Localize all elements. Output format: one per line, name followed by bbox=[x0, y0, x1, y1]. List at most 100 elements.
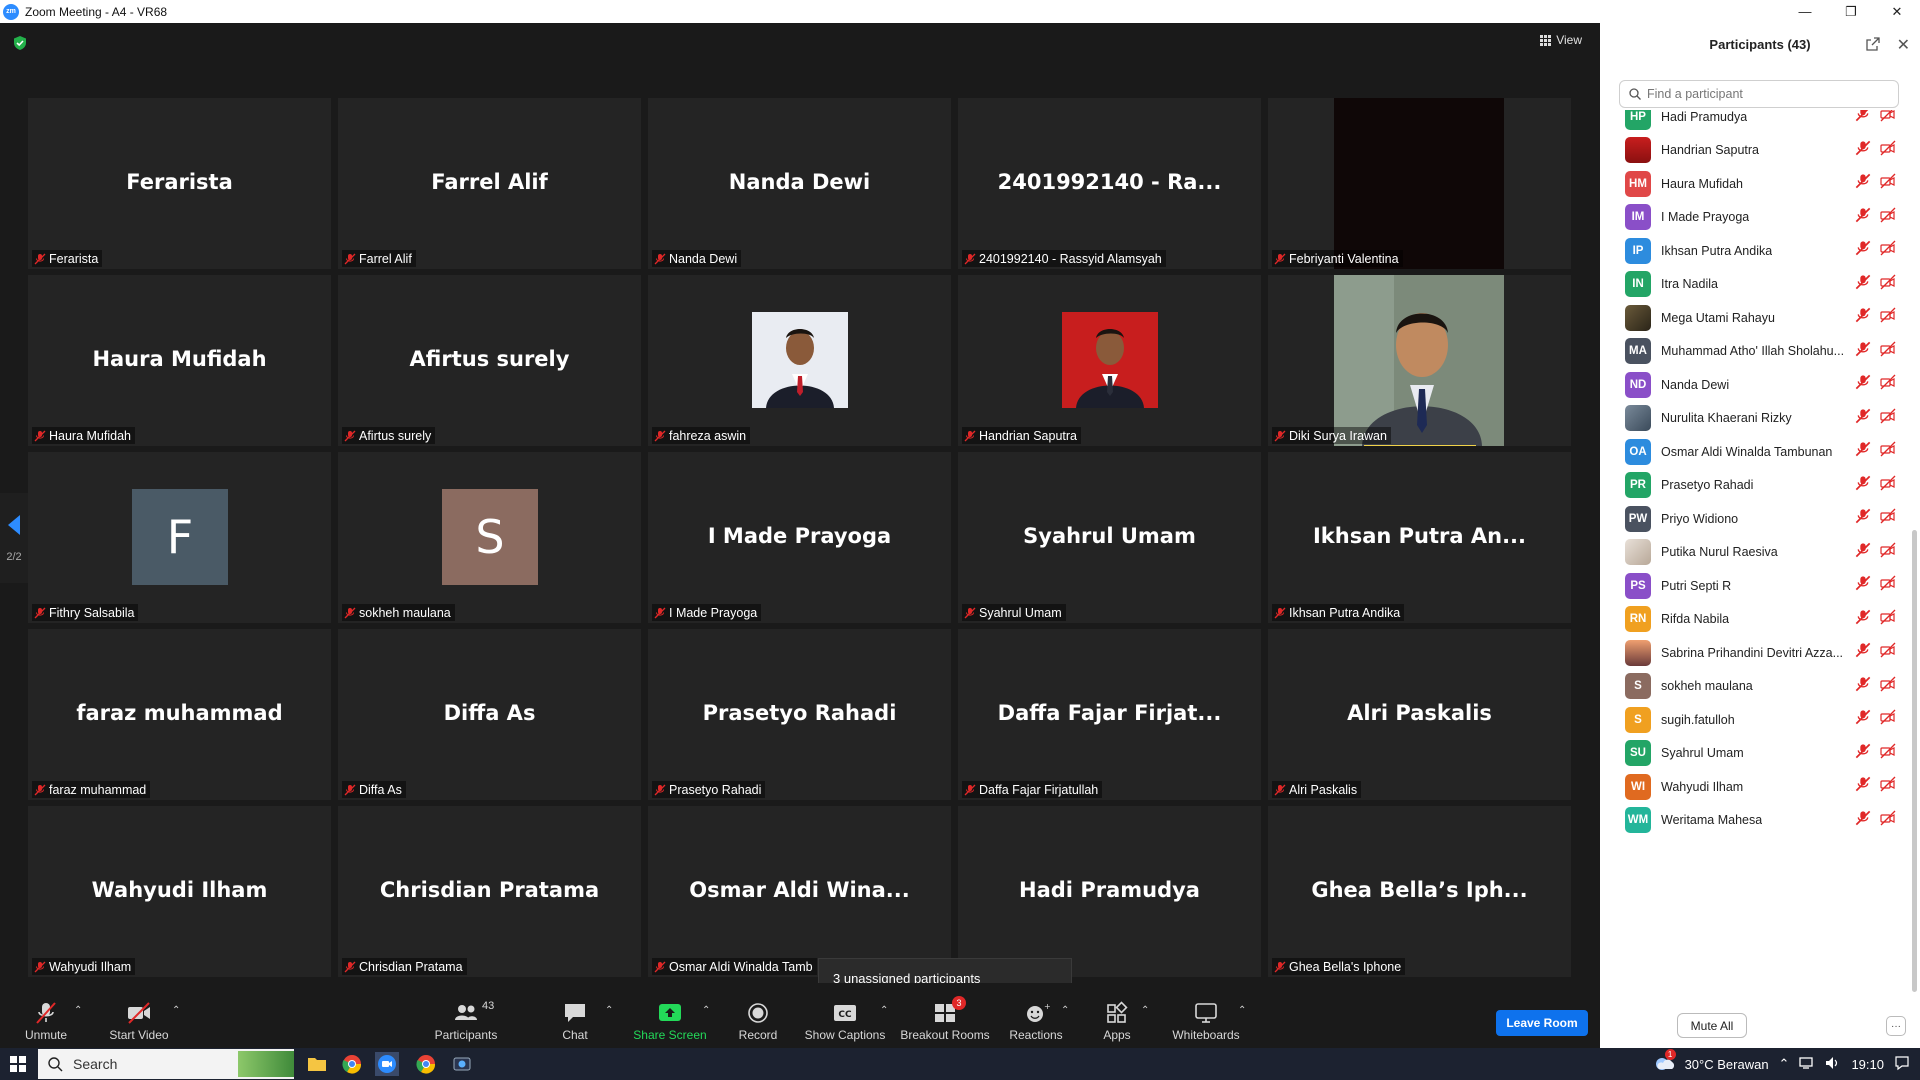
mic-muted-icon[interactable] bbox=[1855, 441, 1871, 462]
minimize-button[interactable]: — bbox=[1782, 0, 1828, 23]
reactions-options-caret-icon[interactable]: ⌃ bbox=[1061, 1005, 1069, 1016]
mic-muted-icon[interactable] bbox=[1855, 274, 1871, 295]
participant-tile[interactable]: Hadi Pramudya bbox=[958, 806, 1261, 977]
mic-muted-icon[interactable] bbox=[1855, 207, 1871, 228]
maximize-button[interactable]: ❐ bbox=[1828, 0, 1874, 23]
chat-options-caret-icon[interactable]: ⌃ bbox=[605, 1005, 613, 1016]
participant-tile[interactable]: Ferarista Ferarista bbox=[28, 98, 331, 269]
video-off-icon[interactable] bbox=[1880, 609, 1896, 630]
video-off-icon[interactable] bbox=[1880, 207, 1896, 228]
leave-room-button[interactable]: Leave Room bbox=[1496, 1010, 1588, 1036]
video-off-icon[interactable] bbox=[1880, 341, 1896, 362]
participant-tile[interactable]: Ssokheh maulana bbox=[338, 452, 641, 623]
participant-tile[interactable]: Diffa As Diffa As bbox=[338, 629, 641, 800]
video-off-icon[interactable] bbox=[1880, 810, 1896, 831]
camera-app-icon[interactable] bbox=[450, 1052, 474, 1076]
captions-options-caret-icon[interactable]: ⌃ bbox=[880, 1005, 888, 1016]
pop-out-icon[interactable] bbox=[1866, 37, 1880, 51]
participant-row[interactable]: WM Weritama Mahesa bbox=[1600, 800, 1908, 841]
weather-icon[interactable]: 1 bbox=[1653, 1049, 1676, 1075]
participant-tile[interactable]: Handrian Saputra bbox=[958, 275, 1261, 446]
mic-muted-icon[interactable] bbox=[1855, 408, 1871, 429]
mic-muted-icon[interactable] bbox=[1855, 743, 1871, 764]
video-off-icon[interactable] bbox=[1880, 642, 1896, 663]
participant-search[interactable] bbox=[1619, 80, 1899, 108]
participant-tile[interactable]: I Made Prayoga I Made Prayoga bbox=[648, 452, 951, 623]
mic-muted-icon[interactable] bbox=[1855, 307, 1871, 328]
participant-tile[interactable]: 2401992140 - Ra... 2401992140 - Rassyid A… bbox=[958, 98, 1261, 269]
participant-tile[interactable]: Syahrul Umam Syahrul Umam bbox=[958, 452, 1261, 623]
apps-button[interactable]: Apps bbox=[1100, 983, 1134, 1048]
participant-tile[interactable]: Febriyanti Valentina bbox=[1268, 98, 1571, 269]
mic-muted-icon[interactable] bbox=[1855, 173, 1871, 194]
close-button[interactable]: ✕ bbox=[1874, 0, 1920, 23]
mic-muted-icon[interactable] bbox=[1855, 508, 1871, 529]
mic-muted-icon[interactable] bbox=[1855, 676, 1871, 697]
mic-muted-icon[interactable] bbox=[1855, 709, 1871, 730]
participants-button[interactable]: Participants bbox=[430, 983, 502, 1048]
tray-chevron-icon[interactable]: ⌃ bbox=[1779, 1056, 1790, 1072]
participant-tile[interactable]: Alri Paskalis Alri Paskalis bbox=[1268, 629, 1571, 800]
mic-muted-icon[interactable] bbox=[1855, 776, 1871, 797]
participant-tile[interactable]: Prasetyo Rahadi Prasetyo Rahadi bbox=[648, 629, 951, 800]
video-off-icon[interactable] bbox=[1880, 508, 1896, 529]
video-off-icon[interactable] bbox=[1880, 307, 1896, 328]
clock-time[interactable]: 19:10 bbox=[1851, 1057, 1884, 1072]
mic-muted-icon[interactable] bbox=[1855, 642, 1871, 663]
encryption-shield-icon[interactable] bbox=[12, 35, 28, 51]
video-off-icon[interactable] bbox=[1880, 173, 1896, 194]
video-off-icon[interactable] bbox=[1880, 743, 1896, 764]
chat-button[interactable]: Chat bbox=[555, 983, 595, 1048]
whiteboards-options-caret-icon[interactable]: ⌃ bbox=[1238, 1005, 1246, 1016]
apps-options-caret-icon[interactable]: ⌃ bbox=[1141, 1005, 1149, 1016]
mic-muted-icon[interactable] bbox=[1855, 810, 1871, 831]
participant-tile[interactable]: Osmar Aldi Wina... Osmar Aldi Winalda Tam… bbox=[648, 806, 951, 977]
participant-tile[interactable]: Farrel Alif Farrel Alif bbox=[338, 98, 641, 269]
more-options-button[interactable]: ··· bbox=[1886, 1016, 1906, 1036]
share-options-caret-icon[interactable]: ⌃ bbox=[702, 1005, 710, 1016]
file-explorer-icon[interactable] bbox=[305, 1052, 329, 1076]
video-off-icon[interactable] bbox=[1880, 140, 1896, 161]
start-video-button[interactable]: Start Video bbox=[106, 983, 172, 1048]
zoom-taskbar-icon[interactable] bbox=[375, 1052, 399, 1076]
chrome-icon[interactable] bbox=[340, 1052, 364, 1076]
chrome-profile-icon[interactable] bbox=[414, 1052, 438, 1076]
mic-muted-icon[interactable] bbox=[1855, 110, 1871, 127]
show-captions-button[interactable]: CC Show Captions bbox=[802, 983, 888, 1048]
participant-tile[interactable]: Ikhsan Putra An... Ikhsan Putra Andika bbox=[1268, 452, 1571, 623]
video-options-caret-icon[interactable]: ⌃ bbox=[172, 1005, 180, 1016]
breakout-rooms-button[interactable]: Breakout Rooms bbox=[900, 983, 990, 1048]
unmute-button[interactable]: Unmute bbox=[18, 983, 74, 1048]
windows-start-icon[interactable] bbox=[10, 1056, 26, 1072]
mic-muted-icon[interactable] bbox=[1855, 341, 1871, 362]
record-button[interactable]: Record bbox=[734, 983, 782, 1048]
participant-tile[interactable]: Wahyudi Ilham Wahyudi Ilham bbox=[28, 806, 331, 977]
video-off-icon[interactable] bbox=[1880, 408, 1896, 429]
participant-tile[interactable]: Afirtus surely Afirtus surely bbox=[338, 275, 641, 446]
participant-tile[interactable]: Daffa Fajar Firjat... Daffa Fajar Firjatu… bbox=[958, 629, 1261, 800]
mic-muted-icon[interactable] bbox=[1855, 575, 1871, 596]
mute-all-button[interactable]: Mute All bbox=[1677, 1013, 1747, 1038]
close-panel-icon[interactable]: ✕ bbox=[1897, 35, 1910, 55]
notification-icon[interactable] bbox=[1894, 1055, 1910, 1074]
video-off-icon[interactable] bbox=[1880, 110, 1896, 127]
share-screen-button[interactable]: Share Screen bbox=[632, 983, 708, 1048]
participant-tile[interactable]: fahreza aswin bbox=[648, 275, 951, 446]
video-off-icon[interactable] bbox=[1880, 709, 1896, 730]
video-off-icon[interactable] bbox=[1880, 240, 1896, 261]
participant-tile[interactable]: Nanda Dewi Nanda Dewi bbox=[648, 98, 951, 269]
participant-tile[interactable]: Ghea Bella’s Iph... Ghea Bella's Iphone bbox=[1268, 806, 1571, 977]
mic-muted-icon[interactable] bbox=[1855, 140, 1871, 161]
video-off-icon[interactable] bbox=[1880, 475, 1896, 496]
participant-list-scrollbar[interactable] bbox=[1912, 530, 1917, 992]
search-input[interactable] bbox=[1647, 87, 1877, 101]
volume-icon[interactable] bbox=[1825, 1056, 1841, 1073]
mic-muted-icon[interactable] bbox=[1855, 374, 1871, 395]
participant-tile[interactable]: F Fithry Salsabila bbox=[28, 452, 331, 623]
whiteboards-button[interactable]: Whiteboards bbox=[1170, 983, 1242, 1048]
participant-tile[interactable]: Haura Mufidah Haura Mufidah bbox=[28, 275, 331, 446]
view-button[interactable]: View bbox=[1540, 33, 1582, 47]
video-off-icon[interactable] bbox=[1880, 676, 1896, 697]
taskbar-search[interactable]: Search bbox=[38, 1049, 294, 1079]
network-icon[interactable] bbox=[1799, 1056, 1815, 1073]
